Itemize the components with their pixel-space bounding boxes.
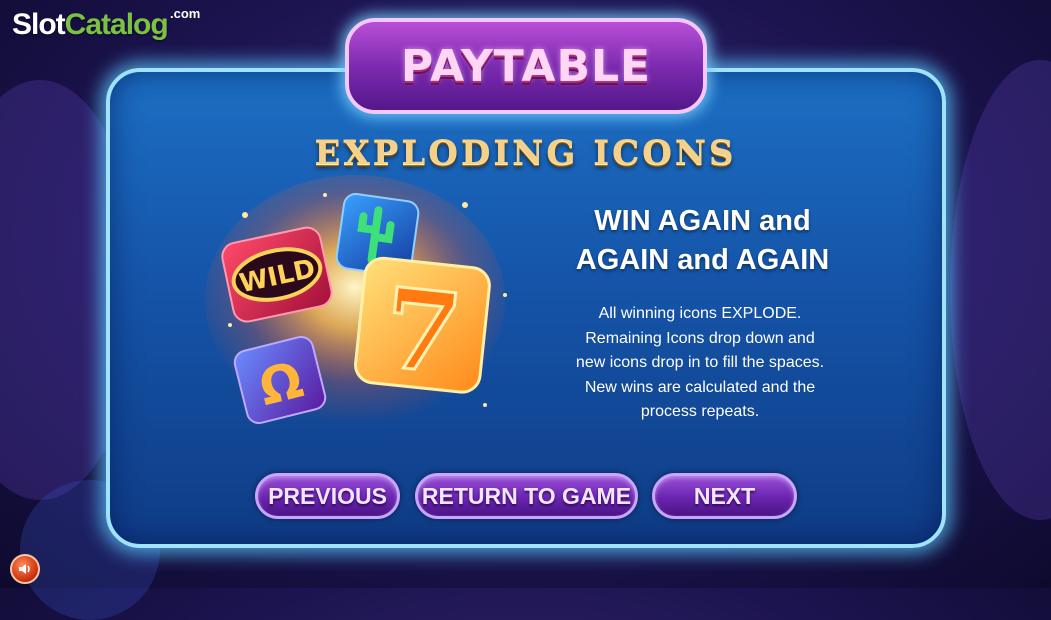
section-title: EXPLODING ICONS: [314, 133, 737, 173]
slotcatalog-logo: SlotCatalog .com: [12, 6, 200, 42]
description-line-1: All winning icons EXPLODE.: [598, 305, 802, 322]
description-line-5: process repeats.: [640, 403, 760, 420]
logo-slot-text: Slot: [12, 8, 66, 41]
paytable-title-tab: PAYTABLE: [345, 18, 707, 114]
description-line-4: New wins are calculated and the: [584, 378, 816, 396]
speaker-icon: [19, 564, 30, 574]
description-line-3: new icons drop in to fill the spaces.: [575, 354, 825, 371]
background-light-right: [950, 60, 1051, 520]
exploding-icons-art: WILD Ω 7: [205, 175, 507, 425]
logo-com-text: .com: [170, 6, 201, 21]
headline-line-1: WIN AGAIN and: [594, 205, 811, 237]
previous-button[interactable]: PREVIOUS: [255, 473, 400, 519]
page-title: PAYTABLE: [400, 40, 652, 92]
return-to-game-button[interactable]: RETURN TO GAME: [415, 473, 638, 519]
seven-symbol-text: 7: [378, 263, 468, 399]
description-line-2: Remaining Icons drop down and: [585, 329, 815, 347]
seven-symbol-tile: 7: [354, 256, 491, 401]
logo-catalog-text: Catalog: [64, 8, 169, 41]
next-button[interactable]: NEXT: [652, 473, 797, 519]
feature-description: All winning icons EXPLODE. Remaining Ico…: [540, 302, 860, 425]
feature-headline: WIN AGAIN and AGAIN and AGAIN: [530, 202, 875, 280]
sound-toggle-button[interactable]: [10, 554, 40, 584]
headline-line-2: AGAIN and AGAIN: [575, 244, 830, 276]
